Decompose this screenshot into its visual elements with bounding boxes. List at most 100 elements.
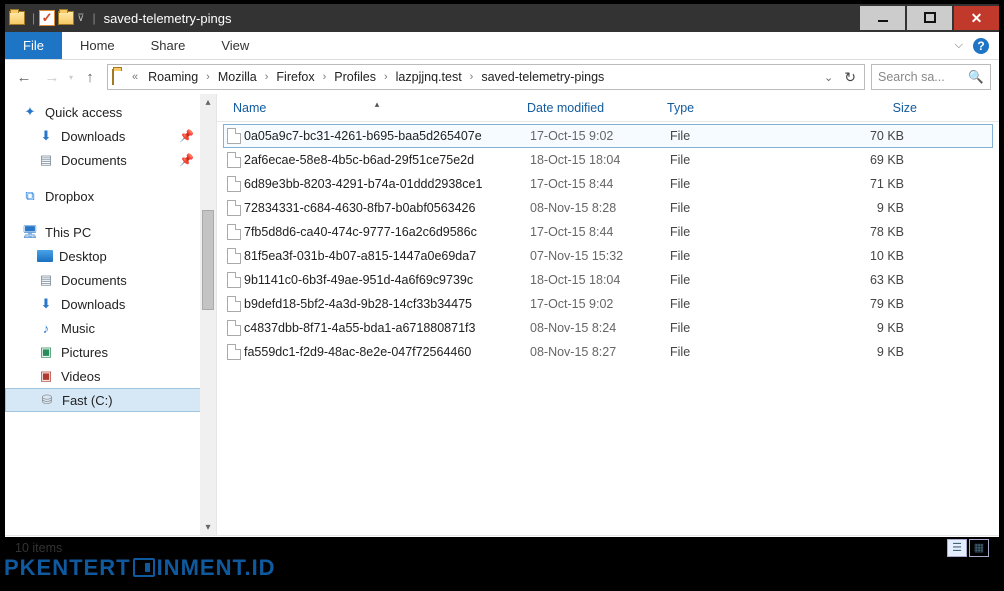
sidebar-item-videos[interactable]: ▣Videos xyxy=(5,364,216,388)
file-name: 9b1141c0-6b3f-49ae-951d-4a6f69c9739c xyxy=(244,273,530,287)
file-type: File xyxy=(670,345,820,359)
folder-icon xyxy=(112,70,130,85)
titlebar[interactable]: | ✓ ⊽ | saved-telemetry-pings ✕ xyxy=(5,4,999,32)
file-type: File xyxy=(670,225,820,239)
file-name: 2af6ecae-58e8-4b5c-b6ad-29f51ce75e2d xyxy=(244,153,530,167)
file-row[interactable]: c4837dbb-8f71-4a55-bda1-a671880871f308-N… xyxy=(223,316,993,340)
chevron-left-icon[interactable]: « xyxy=(132,71,138,83)
videos-icon: ▣ xyxy=(37,368,55,384)
file-icon xyxy=(224,200,244,216)
ribbon-expand-icon[interactable]: ⌵ xyxy=(955,39,963,52)
file-name: fa559dc1-f2d9-48ac-8e2e-047f72564460 xyxy=(244,345,530,359)
file-size: 71 KB xyxy=(820,177,920,191)
sidebar-item-this-pc[interactable]: 🖥This PC xyxy=(5,220,216,244)
up-button[interactable]: ↑ xyxy=(79,66,101,88)
file-tab[interactable]: File xyxy=(5,32,62,59)
file-row[interactable]: 72834331-c684-4630-8fb7-b0abf056342608-N… xyxy=(223,196,993,220)
file-row[interactable]: 7fb5d8d6-ca40-474c-9777-16a2c6d9586c17-O… xyxy=(223,220,993,244)
quick-access[interactable]: ✦Quick access xyxy=(5,100,216,124)
ribbon-tabs: File Home Share View ⌵ ? xyxy=(5,32,999,60)
minimize-button[interactable] xyxy=(860,6,905,30)
forward-button[interactable]: → xyxy=(41,66,63,88)
file-row[interactable]: 81f5ea3f-031b-4b07-a815-1447a0e69da707-N… xyxy=(223,244,993,268)
icons-view-button[interactable]: ▦ xyxy=(969,539,989,557)
home-tab[interactable]: Home xyxy=(62,32,133,59)
item-count: 10 items xyxy=(15,541,62,555)
scrollbar-thumb[interactable] xyxy=(202,210,214,310)
share-tab[interactable]: Share xyxy=(133,32,204,59)
history-dropdown-icon[interactable]: ▾ xyxy=(69,73,73,82)
breadcrumb-item[interactable]: Mozilla xyxy=(210,68,265,86)
file-type: File xyxy=(670,273,820,287)
document-icon: ▤ xyxy=(37,152,55,168)
file-size: 63 KB xyxy=(820,273,920,287)
refresh-icon[interactable]: ↻ xyxy=(840,69,860,86)
titlebar-separator: | xyxy=(32,11,35,25)
file-icon xyxy=(224,176,244,192)
sidebar-item-pictures[interactable]: ▣Pictures xyxy=(5,340,216,364)
file-size: 78 KB xyxy=(820,225,920,239)
col-header-size[interactable]: Size xyxy=(817,101,917,115)
breadcrumb-item[interactable]: Profiles xyxy=(326,68,384,86)
file-row[interactable]: b9defd18-5bf2-4a3d-9b28-14cf33b3447517-O… xyxy=(223,292,993,316)
close-button[interactable]: ✕ xyxy=(954,6,999,30)
sidebar-item-downloads[interactable]: ⬇Downloads📌 xyxy=(5,124,216,148)
breadcrumb-item[interactable]: lazpjjnq.test xyxy=(388,68,470,86)
address-dropdown-icon[interactable]: ⌄ xyxy=(820,71,837,84)
breadcrumb-item[interactable]: Firefox xyxy=(268,68,322,86)
desktop-icon xyxy=(37,250,53,262)
window-title: saved-telemetry-pings xyxy=(104,11,232,26)
drive-icon: ⛁ xyxy=(38,392,56,408)
file-icon xyxy=(224,320,244,336)
col-header-date[interactable]: Date modified xyxy=(527,101,667,115)
search-input[interactable]: Search sa... 🔍 xyxy=(871,64,991,90)
file-row[interactable]: 2af6ecae-58e8-4b5c-b6ad-29f51ce75e2d18-O… xyxy=(223,148,993,172)
address-bar[interactable]: « Roaming › Mozilla › Firefox › Profiles… xyxy=(107,64,865,90)
col-header-name[interactable]: ▴Name xyxy=(227,101,527,115)
sidebar-item-documents[interactable]: ▤Documents xyxy=(5,268,216,292)
col-header-type[interactable]: Type xyxy=(667,101,817,115)
file-size: 69 KB xyxy=(820,153,920,167)
document-icon: ▤ xyxy=(37,272,55,288)
sidebar-scrollbar[interactable]: ▴ ▾ xyxy=(200,94,216,535)
maximize-button[interactable] xyxy=(907,6,952,30)
file-date: 08-Nov-15 8:28 xyxy=(530,201,670,215)
file-date: 08-Nov-15 8:24 xyxy=(530,321,670,335)
file-name: 0a05a9c7-bc31-4261-b695-baa5d265407e xyxy=(244,129,530,143)
sidebar-item-documents[interactable]: ▤Documents📌 xyxy=(5,148,216,172)
scroll-up-icon[interactable]: ▴ xyxy=(200,94,216,110)
sidebar-item-dropbox[interactable]: ⧉Dropbox xyxy=(5,184,216,208)
file-date: 17-Oct-15 9:02 xyxy=(530,297,670,311)
help-icon[interactable]: ? xyxy=(973,38,989,54)
file-type: File xyxy=(670,153,820,167)
properties-icon[interactable]: ✓ xyxy=(39,10,55,26)
file-row[interactable]: 9b1141c0-6b3f-49ae-951d-4a6f69c9739c18-O… xyxy=(223,268,993,292)
sidebar-item-downloads[interactable]: ⬇Downloads xyxy=(5,292,216,316)
breadcrumb-item[interactable]: Roaming xyxy=(140,68,206,86)
view-tab[interactable]: View xyxy=(203,32,267,59)
breadcrumb-item[interactable]: saved-telemetry-pings xyxy=(473,68,612,86)
file-icon xyxy=(224,152,244,168)
file-name: c4837dbb-8f71-4a55-bda1-a671880871f3 xyxy=(244,321,530,335)
pin-icon: 📌 xyxy=(179,129,194,143)
folder-icon[interactable] xyxy=(58,10,74,26)
sidebar-item-desktop[interactable]: Desktop xyxy=(5,244,216,268)
sidebar-item-music[interactable]: ♪Music xyxy=(5,316,216,340)
back-button[interactable]: ← xyxy=(13,66,35,88)
file-name: 7fb5d8d6-ca40-474c-9777-16a2c6d9586c xyxy=(244,225,530,239)
download-icon: ⬇ xyxy=(37,296,55,312)
file-row[interactable]: fa559dc1-f2d9-48ac-8e2e-047f7256446008-N… xyxy=(223,340,993,364)
file-row[interactable]: 0a05a9c7-bc31-4261-b695-baa5d265407e17-O… xyxy=(223,124,993,148)
scroll-down-icon[interactable]: ▾ xyxy=(200,519,216,535)
file-list: 0a05a9c7-bc31-4261-b695-baa5d265407e 17-O… xyxy=(217,122,999,370)
file-icon xyxy=(224,224,244,240)
pc-icon: 🖥 xyxy=(21,224,39,240)
file-type: File xyxy=(670,177,820,191)
qat-dropdown-icon[interactable]: ⊽ xyxy=(77,13,84,24)
file-row[interactable]: 6d89e3bb-8203-4291-b74a-01ddd2938ce117-O… xyxy=(223,172,993,196)
sidebar-item-drive-c[interactable]: ⛁Fast (C:) xyxy=(5,388,216,412)
file-type: File xyxy=(670,297,820,311)
file-type: File xyxy=(670,129,820,143)
details-view-button[interactable]: ☰ xyxy=(947,539,967,557)
file-date: 17-Oct-15 8:44 xyxy=(530,177,670,191)
